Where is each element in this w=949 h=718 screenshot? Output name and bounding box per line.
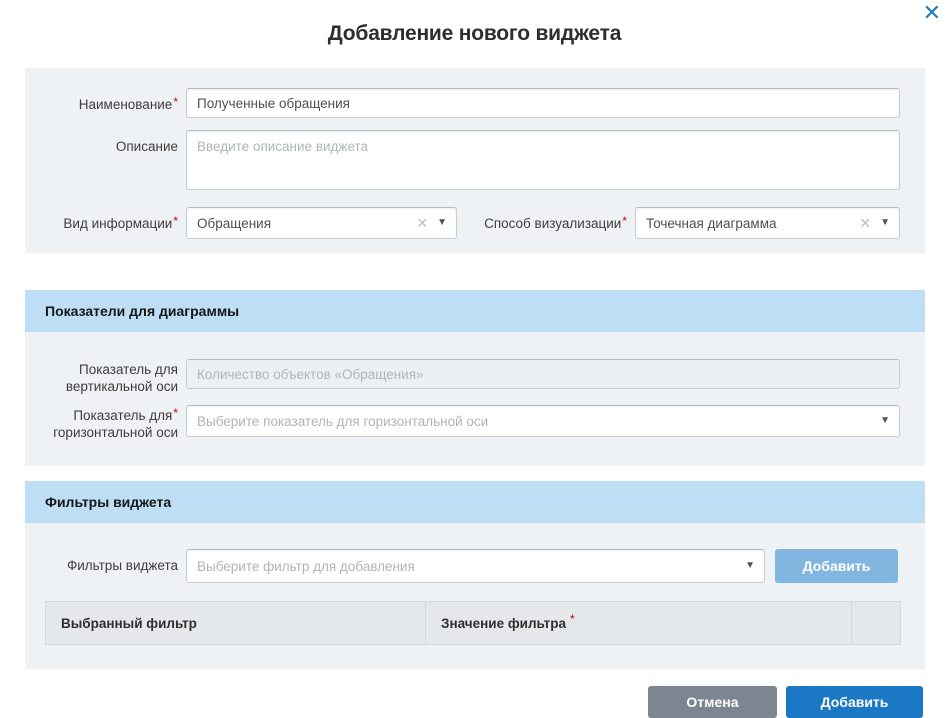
- horizontal-axis-row: Показатель для* горизонтальной оси Выбер…: [25, 405, 925, 441]
- column-header-filter-value-text: Значение фильтра: [441, 615, 567, 631]
- info-type-label: Вид информации*: [25, 207, 186, 232]
- filter-select-placeholder: Выберите фильтр для добавления: [197, 558, 415, 574]
- visualization-value: Точечная диаграмма: [646, 215, 777, 231]
- indicators-section-body: Показатель для вертикальной оси Показате…: [25, 332, 925, 467]
- description-label: Описание: [25, 130, 186, 155]
- dialog-footer: Отмена Добавить: [0, 686, 923, 718]
- info-type-value: Обращения: [197, 215, 272, 231]
- horizontal-axis-select[interactable]: Выберите показатель для горизонтальной о…: [186, 405, 900, 437]
- horizontal-axis-placeholder: Выберите показатель для горизонтальной о…: [197, 413, 489, 429]
- filter-select-row: Фильтры виджета Выберите фильтр для доба…: [25, 549, 925, 584]
- required-asterisk: *: [173, 95, 178, 109]
- filter-select-label-text: Фильтры виджета: [66, 558, 178, 574]
- visualization-label: Способ визуализации*: [457, 207, 635, 232]
- vertical-axis-label: Показатель для вертикальной оси: [25, 359, 186, 395]
- filter-select-label: Фильтры виджета: [25, 549, 186, 574]
- clear-icon[interactable]: ✕: [416, 216, 428, 230]
- indicators-section-header: Показатели для диаграммы: [25, 290, 925, 332]
- vertical-axis-field-wrap: [186, 359, 900, 389]
- horizontal-axis-label: Показатель для* горизонтальной оси: [25, 405, 186, 441]
- column-header-selected-filter-text: Выбранный фильтр: [61, 615, 197, 631]
- filters-section-header: Фильтры виджета: [25, 481, 925, 524]
- vertical-axis-label-line2: вертикальной оси: [65, 379, 178, 394]
- vertical-axis-label-line1: Показатель для: [79, 362, 178, 377]
- filters-table-header: Выбранный фильтр Значение фильтра *: [45, 601, 901, 646]
- page-title: Добавление нового виджета: [327, 22, 622, 45]
- column-header-filter-value: Значение фильтра *: [426, 602, 852, 645]
- indicators-section: Показатели для диаграммы Показатель для …: [25, 290, 925, 467]
- name-label-text: Наименование: [78, 97, 173, 112]
- required-asterisk: *: [173, 214, 178, 228]
- vertical-axis-row: Показатель для вертикальной оси: [25, 359, 925, 395]
- selects-row: Вид информации* Обращения ✕ ▼ Способ виз…: [25, 207, 925, 239]
- visualization-label-text: Способ визуализации: [484, 216, 622, 231]
- vertical-axis-input: [186, 359, 900, 389]
- close-icon[interactable]: ✕: [923, 1, 941, 25]
- chevron-down-icon[interactable]: ▼: [745, 561, 755, 571]
- chevron-down-icon[interactable]: ▼: [880, 218, 890, 228]
- submit-button[interactable]: Добавить: [786, 686, 923, 718]
- required-asterisk: *: [622, 214, 627, 228]
- visualization-select[interactable]: Точечная диаграмма ✕ ▼: [635, 207, 900, 239]
- main-form-panel: Наименование* Описание Вид информации* О…: [25, 68, 925, 253]
- description-textarea[interactable]: [186, 130, 900, 190]
- description-field-wrap: [186, 130, 900, 195]
- description-label-text: Описание: [115, 139, 178, 154]
- horizontal-axis-label-line1: Показатель для: [73, 408, 173, 423]
- chevron-down-icon[interactable]: ▼: [880, 416, 890, 426]
- name-row: Наименование*: [25, 88, 925, 118]
- info-type-select[interactable]: Обращения ✕ ▼: [186, 207, 457, 239]
- add-widget-dialog: ✕ Добавление нового виджета Наименование…: [0, 0, 949, 718]
- name-label: Наименование*: [25, 88, 186, 113]
- column-header-actions: [852, 602, 900, 644]
- chevron-down-icon[interactable]: ▼: [437, 218, 447, 228]
- required-asterisk: *: [570, 612, 575, 627]
- info-type-label-text: Вид информации: [63, 216, 173, 231]
- filters-section-body: Фильтры виджета Выберите фильтр для доба…: [25, 523, 925, 670]
- required-asterisk: *: [173, 406, 178, 420]
- cancel-button[interactable]: Отмена: [648, 686, 777, 718]
- column-header-selected-filter: Выбранный фильтр: [46, 602, 426, 645]
- filter-select[interactable]: Выберите фильтр для добавления ▼: [186, 549, 765, 584]
- horizontal-axis-field-wrap: Выберите показатель для горизонтальной о…: [186, 405, 900, 437]
- name-field-wrap: [186, 88, 900, 118]
- clear-icon[interactable]: ✕: [859, 216, 871, 230]
- description-row: Описание: [25, 130, 925, 195]
- name-input[interactable]: [186, 88, 900, 118]
- add-filter-button[interactable]: Добавить: [775, 549, 898, 584]
- filters-section: Фильтры виджета Фильтры виджета Выберите…: [25, 481, 925, 670]
- horizontal-axis-label-line2: горизонтальной оси: [53, 425, 178, 441]
